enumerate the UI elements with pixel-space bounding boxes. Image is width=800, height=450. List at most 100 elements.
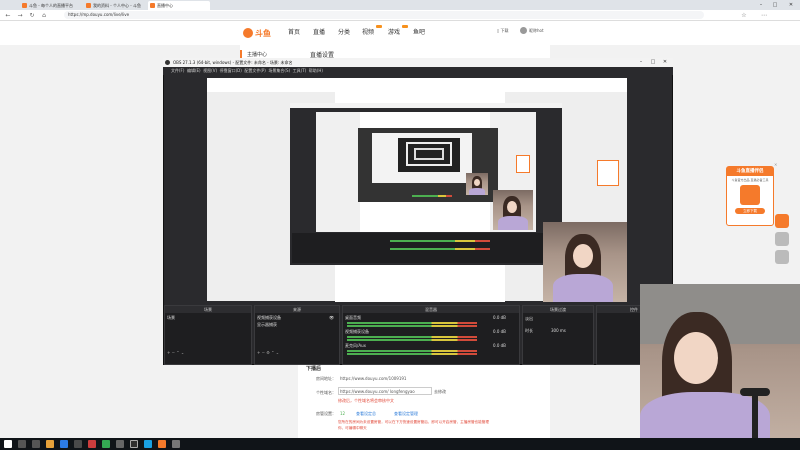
nav-live[interactable]: 直播 [313, 27, 325, 36]
maximize-icon[interactable]: □ [770, 1, 780, 9]
obs-icon[interactable] [130, 440, 138, 448]
scene-item[interactable]: 场景 [167, 315, 175, 321]
mixer-channel-name: 桌面音频 [345, 315, 361, 320]
extensions-icon[interactable]: ⋯ [760, 11, 768, 20]
close-icon[interactable]: ✕ [786, 1, 796, 9]
star-icon[interactable]: ☆ [740, 11, 748, 20]
close-icon[interactable]: ✕ [774, 162, 779, 167]
scenes-dock: 场景 场景 + − ⌃ ⌄ [164, 305, 252, 365]
sources-title: 来源 [255, 306, 339, 313]
username[interactable]: 昵称hot [529, 28, 544, 34]
search-icon[interactable] [18, 440, 26, 448]
menu-help[interactable]: 帮助(H) [309, 68, 323, 73]
nav-home[interactable]: 首页 [288, 27, 300, 36]
webcam-overlay [640, 284, 800, 450]
browser-icon[interactable] [60, 440, 68, 448]
admin-link-1[interactable]: 查看设定总 [356, 411, 376, 417]
nav-category[interactable]: 分类 [338, 27, 350, 36]
screen: { "browser": { "tabs": [ {"label": "斗鱼 -… [0, 0, 800, 450]
sources-dock: 来源 视频捕获设备 显示器捕获 👁 + − ⚙ ⌃ ⌄ [254, 305, 340, 365]
widget-subtitle: 斗鱼官方出品·直播必备工具 [731, 178, 769, 182]
eye-icon[interactable]: 👁 [329, 315, 334, 320]
widget-title: 斗鱼直播伴侣 [727, 167, 773, 176]
mixer-dock: 混音器 桌面音频 0.0 dB 视频捕获设备 0.0 dB 麦克风/Aux 0.… [342, 305, 520, 365]
preview-webcam [543, 222, 627, 302]
domain-edit-button[interactable]: 去修改 [434, 389, 446, 395]
forward-icon[interactable]: → [16, 11, 24, 20]
douyu-logo[interactable]: 斗鱼 [242, 25, 282, 39]
browser-tab-2[interactable]: 我的资料 - 个人中心 - 斗鱼 [84, 1, 146, 10]
explorer-icon[interactable] [46, 440, 54, 448]
back-icon[interactable]: ← [4, 11, 12, 20]
nested-obs-1-title [290, 103, 562, 108]
start-icon[interactable] [4, 440, 12, 448]
nested-webcam-3 [466, 173, 488, 195]
transitions-title: 场景过渡 [523, 306, 593, 313]
nested-frame [414, 148, 444, 160]
audio-meter [347, 322, 477, 324]
duration-value[interactable]: 300 ms [551, 328, 566, 333]
admin-link-2[interactable]: 查看设定管理 [394, 411, 418, 417]
warn-line-1: 您所在的房间为未设置房管，可以在下方快速设置房管后，即可以开启房管，主播房管也能… [338, 420, 489, 424]
preview-site-header [207, 78, 627, 92]
domain-label: 个性域名： [316, 390, 336, 395]
side-chat-icon[interactable] [775, 214, 789, 228]
nav-video[interactable]: 视频 [362, 27, 374, 36]
nav-game[interactable]: 游戏 [388, 27, 400, 36]
browser-tab-3[interactable]: 直播中心 [148, 1, 210, 10]
source-item[interactable]: 显示器捕获 [257, 322, 277, 328]
transition-type[interactable]: 淡出 [525, 316, 533, 322]
app-icon[interactable] [172, 440, 180, 448]
side-gear-icon[interactable] [775, 232, 789, 246]
app-icon[interactable] [102, 440, 110, 448]
room-url[interactable]: https://www.douyu.com/1009191 [340, 376, 406, 381]
obs-close-icon[interactable]: ✕ [660, 58, 670, 66]
mixer-channel-name: 麦克风/Aux [345, 343, 366, 348]
douyu-favicon [22, 3, 27, 8]
side-top-icon[interactable] [775, 250, 789, 264]
reload-icon[interactable]: ↻ [28, 11, 36, 20]
app-icon[interactable] [116, 440, 124, 448]
douyu-favicon [150, 3, 155, 8]
obs-minimize-icon[interactable]: – [636, 58, 646, 66]
scene-add-icon[interactable]: + − ⌃ ⌄ [167, 350, 184, 355]
menu-profile[interactable]: 配置文件(P) [244, 68, 266, 73]
obs-logo-icon [165, 60, 170, 65]
taskview-icon[interactable] [32, 440, 40, 448]
avatar[interactable] [520, 27, 527, 34]
domain-value: https://www.douyu.com/ longfengyao [340, 389, 415, 394]
douyu-icon[interactable] [158, 440, 166, 448]
widget-download-button[interactable]: 立即下载 [735, 208, 765, 214]
douyu-assistant-widget[interactable]: 斗鱼直播伴侣 斗鱼官方出品·直播必备工具 立即下载 [726, 166, 774, 226]
menu-scene-collection[interactable]: 场景集合(S) [268, 68, 290, 73]
browser-tab-1[interactable]: 斗鱼 - 每个人的直播平台 [20, 1, 82, 10]
minimize-icon[interactable]: – [756, 1, 766, 9]
menu-dock[interactable]: 停靠窗口(D) [220, 68, 242, 73]
home-icon[interactable]: ⌂ [40, 11, 48, 20]
source-item[interactable]: 视频捕获设备 [257, 315, 281, 321]
nav-yuba[interactable]: 鱼吧 [413, 27, 425, 36]
obs-maximize-icon[interactable]: □ [648, 58, 658, 66]
url-input[interactable]: https://mp.douyu.com/live/live [64, 11, 704, 19]
app-icon[interactable] [74, 440, 82, 448]
app-icon[interactable] [144, 440, 152, 448]
mixer-channel-db: 0.0 dB [493, 329, 506, 334]
download-link[interactable]: ▯ 下载 [497, 28, 508, 34]
douyu-favicon [86, 3, 91, 8]
menu-tools[interactable]: 工具(T) [293, 68, 307, 73]
nested-meter [390, 248, 490, 250]
mixer-title: 混音器 [343, 306, 519, 313]
svg-text:斗鱼: 斗鱼 [255, 28, 271, 38]
admin-label: 房管设置： [316, 411, 336, 416]
audio-meter [347, 339, 477, 341]
mixer-channel-db: 0.0 dB [493, 343, 506, 348]
menu-view[interactable]: 视图(V) [203, 68, 217, 73]
nested-meter [390, 240, 490, 242]
sidebar-title[interactable]: 主播中心 [247, 51, 267, 58]
source-add-icon[interactable]: + − ⚙ ⌃ ⌄ [257, 350, 279, 355]
domain-note: 修改后，个性域名将会审核中文 [338, 398, 394, 403]
mixer-channel-db: 0.0 dB [493, 315, 506, 320]
menu-file[interactable]: 文件(F) [171, 68, 184, 73]
app-icon[interactable] [88, 440, 96, 448]
menu-edit[interactable]: 编辑(E) [187, 68, 201, 73]
